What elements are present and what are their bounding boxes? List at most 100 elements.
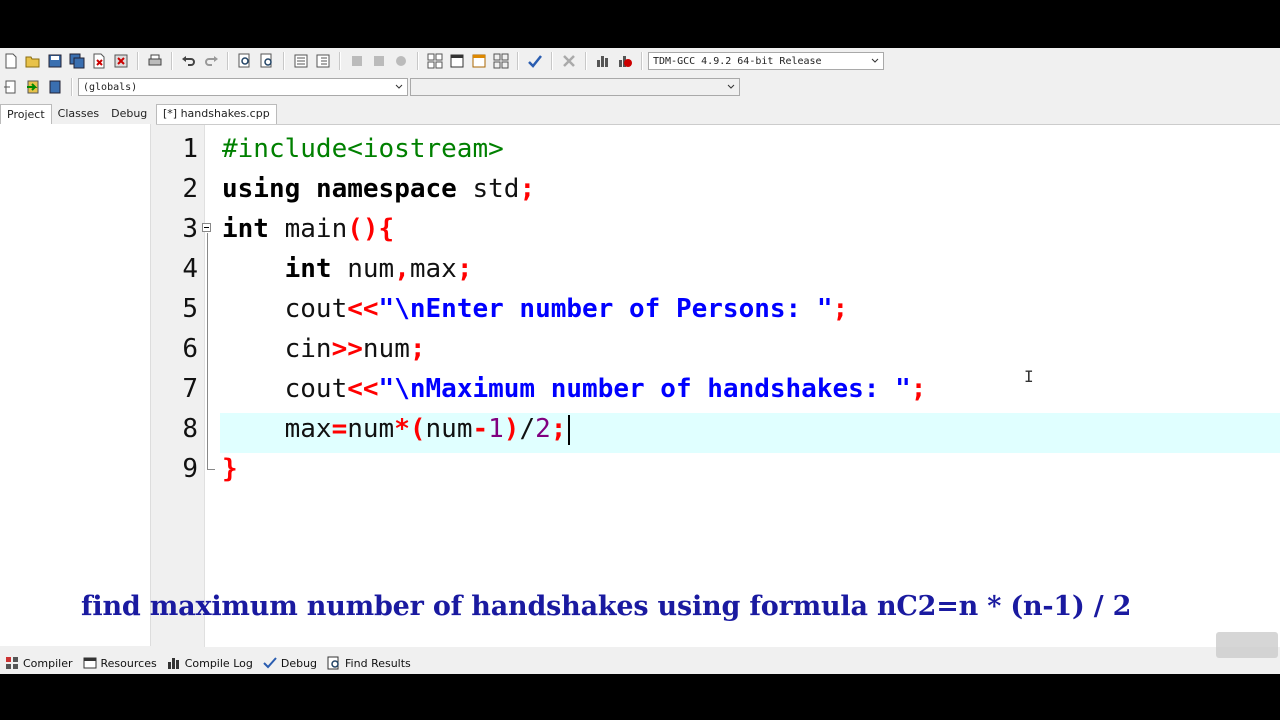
token: << (347, 374, 379, 404)
compiler-select[interactable]: TDM-GCC 4.9.2 64-bit Release (648, 52, 884, 70)
token: - (472, 414, 489, 444)
token: << (347, 294, 379, 324)
token: ; (409, 334, 426, 364)
token: >> (331, 334, 363, 364)
token: 2 (535, 414, 551, 444)
close-file-icon[interactable] (90, 52, 108, 70)
left-panel-tabs: Project Classes Debug (0, 104, 153, 125)
code-line-6: cin>>num; (222, 334, 426, 364)
close-all-icon[interactable] (112, 52, 130, 70)
chevron-down-icon (727, 84, 735, 89)
insert-icon[interactable] (2, 78, 20, 96)
scope-select[interactable]: (globals) (78, 78, 408, 96)
code-line-4: int num,max; (284, 254, 473, 284)
tab-compile-log[interactable]: Compile Log (162, 653, 258, 673)
toolbar-separator (417, 52, 419, 70)
tab-classes[interactable]: Classes (52, 104, 105, 124)
tab-debug-bottom[interactable]: Debug (258, 653, 322, 673)
new-project-icon[interactable] (426, 52, 444, 70)
tab-label: Find Results (345, 656, 411, 670)
project-panel[interactable] (0, 124, 151, 646)
video-caption: find maximum number of handshakes using … (81, 591, 1132, 622)
tab-label: Compile Log (184, 656, 253, 670)
bottom-panel-tabs: Compiler Resources Compile Log Debug Fin… (0, 652, 416, 674)
code-line-7: cout<<"\nMaximum number of handshakes: "… (222, 374, 927, 404)
goto-icon[interactable] (24, 78, 42, 96)
chevron-down-icon (871, 58, 879, 63)
tab-label: Debug (280, 656, 318, 670)
open-file-icon[interactable] (24, 52, 42, 70)
token: "\nMaximum number of handshakes: " (378, 374, 911, 404)
line-number: 9 (182, 454, 198, 484)
class-browser-icon[interactable] (470, 52, 488, 70)
tab-resources[interactable]: Resources (78, 653, 162, 673)
token: *( (394, 414, 426, 444)
token: ; (456, 254, 473, 284)
line-number: 7 (182, 374, 198, 404)
token: #include<iostream> (222, 134, 504, 164)
scope-select-value: (globals) (83, 81, 138, 93)
token: using (222, 174, 301, 204)
code-line-5: cout<<"\nEnter number of Persons: "; (222, 294, 849, 324)
window-icon[interactable] (448, 52, 466, 70)
token: ; (832, 294, 849, 324)
forward-icon[interactable] (370, 52, 388, 70)
profile-chart-icon[interactable] (594, 52, 612, 70)
unindent-icon[interactable] (314, 52, 332, 70)
compiler-select-value: TDM-GCC 4.9.2 64-bit Release (653, 55, 822, 67)
code-line-3: int main(){ (222, 214, 395, 244)
code-editor[interactable]: 1 2 3 4 5 6 7 8 9 #include<iostream> usi… (156, 124, 1280, 647)
redo-icon[interactable] (202, 52, 220, 70)
replace-icon[interactable] (258, 52, 276, 70)
bookmark-toggle-icon[interactable] (46, 78, 64, 96)
token: ; (910, 374, 927, 404)
line-number: 3 (182, 214, 198, 244)
compiler-grid-icon (6, 657, 18, 669)
stop-icon[interactable] (560, 52, 578, 70)
toolbar-separator (551, 52, 553, 70)
print-icon[interactable] (146, 52, 164, 70)
line-number: 5 (182, 294, 198, 324)
new-file-icon[interactable] (2, 52, 20, 70)
token: "\nEnter number of Persons: " (378, 294, 833, 324)
fold-guide (207, 233, 208, 469)
code-line-2: using namespace std; (222, 174, 536, 204)
token: ) (503, 414, 520, 444)
check-syntax-icon[interactable] (526, 52, 544, 70)
tab-debug[interactable]: Debug (105, 104, 153, 124)
line-number: 6 (182, 334, 198, 364)
ibeam-cursor-icon: I (1024, 367, 1034, 386)
find-icon[interactable] (236, 52, 254, 70)
code-line-8: max=num*(num-1)/2; (222, 409, 571, 449)
tab-label: Resources (100, 656, 157, 670)
back-icon[interactable] (348, 52, 366, 70)
bar-chart-icon (167, 658, 179, 669)
save-all-icon[interactable] (68, 52, 86, 70)
line-number: 1 (182, 134, 198, 164)
watermark (1216, 632, 1278, 658)
tab-find-results[interactable]: Find Results (322, 653, 416, 673)
delete-profile-icon[interactable] (616, 52, 634, 70)
tab-label: Compiler (23, 656, 73, 670)
tab-project[interactable]: Project (0, 104, 52, 125)
token: (){ (347, 214, 395, 244)
token: = (331, 414, 348, 444)
function-select[interactable] (410, 78, 740, 96)
token: ; (519, 174, 536, 204)
tab-compiler[interactable]: Compiler (0, 653, 78, 673)
fold-guide-end (207, 469, 215, 470)
grid-icon[interactable] (492, 52, 510, 70)
bookmark-icon[interactable] (392, 52, 410, 70)
code-line-9: } (222, 449, 238, 489)
save-icon[interactable] (46, 52, 64, 70)
toolbar-separator (227, 52, 229, 70)
main-toolbar: TDM-GCC 4.9.2 64-bit Release (0, 48, 884, 74)
undo-icon[interactable] (180, 52, 198, 70)
resources-icon (83, 657, 97, 669)
tab-handshakes-cpp[interactable]: [*] handshakes.cpp (156, 104, 277, 124)
toolbar-separator (339, 52, 341, 70)
token: ; (550, 414, 567, 444)
indent-icon[interactable] (292, 52, 310, 70)
secondary-toolbar: (globals) (0, 74, 740, 100)
fold-toggle-icon[interactable] (202, 223, 211, 232)
